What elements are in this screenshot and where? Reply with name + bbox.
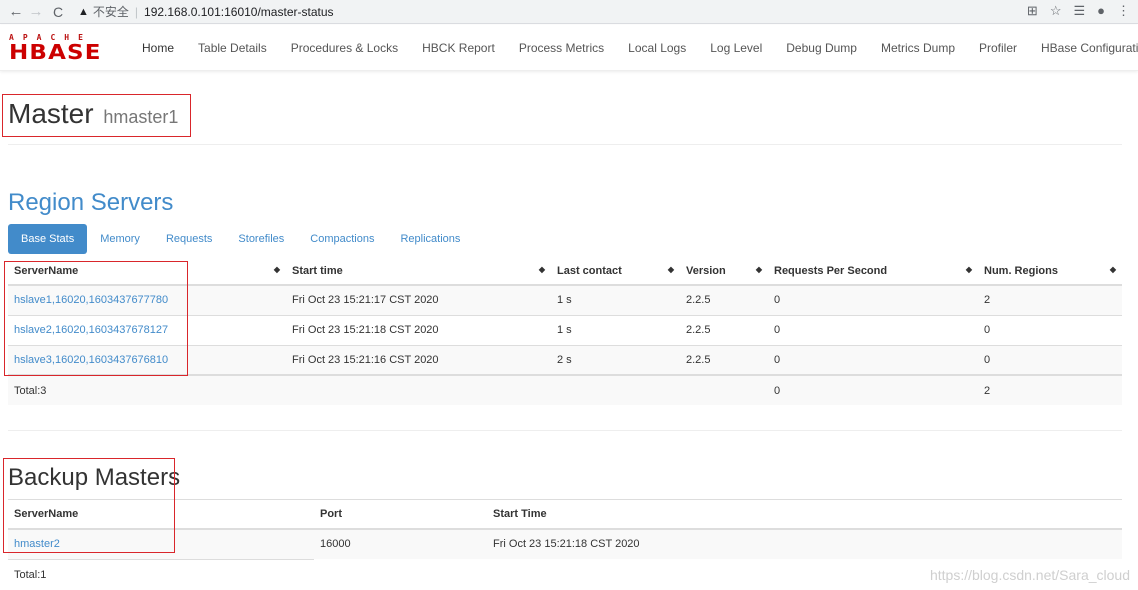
sort-icon[interactable]: ◆	[274, 265, 280, 274]
requests-cell: 0	[768, 345, 978, 375]
regions-cell: 2	[978, 285, 1122, 315]
translate-icon[interactable]: ⊞	[1027, 3, 1038, 19]
url-separator: |	[135, 5, 138, 19]
sort-icon[interactable]: ◆	[1110, 265, 1116, 274]
hbase-logo[interactable]: APACHE HBASE	[9, 33, 117, 61]
nav-home[interactable]: Home	[130, 41, 186, 55]
tab-base-stats[interactable]: Base Stats	[8, 224, 87, 254]
column-header-start-time: Start Time	[487, 500, 1122, 529]
nav-menu: Home Table Details Procedures & Locks HB…	[130, 25, 1138, 71]
backup-masters-total: Total:1	[8, 559, 314, 589]
security-label: 不安全	[93, 3, 129, 20]
logo-hbase-text: HBASE	[9, 42, 133, 62]
arrow-left-icon[interactable]: ←	[6, 3, 26, 20]
sort-icon[interactable]: ◆	[539, 265, 545, 274]
table-row: hmaster2 16000 Fri Oct 23 15:21:18 CST 2…	[8, 529, 1122, 559]
region-servers-tabs: Base Stats Memory Requests Storefiles Co…	[8, 224, 473, 254]
requests-cell: 0	[768, 315, 978, 345]
version-cell: 2.2.5	[680, 285, 768, 315]
start-time-cell: Fri Oct 23 15:21:18 CST 2020	[487, 529, 1122, 559]
menu-icon[interactable]: ⋮	[1117, 3, 1130, 19]
table-header-row: ServerName Port Start Time	[8, 500, 1122, 529]
regions-cell: 0	[978, 345, 1122, 375]
watermark: https://blog.csdn.net/Sara_cloud	[930, 567, 1130, 583]
sort-icon[interactable]: ◆	[756, 265, 762, 274]
reading-list-icon[interactable]: ☰	[1073, 3, 1085, 19]
nav-procedures-locks[interactable]: Procedures & Locks	[279, 41, 410, 55]
column-header-requests-per-second[interactable]: Requests Per Second◆	[768, 258, 978, 285]
browser-toolbar: ← → C ▲ 不安全 | 192.168.0.101:16010/master…	[0, 0, 1138, 24]
region-servers-heading: Region Servers	[8, 189, 173, 217]
nav-metrics-dump[interactable]: Metrics Dump	[869, 41, 967, 55]
version-cell: 2.2.5	[680, 345, 768, 375]
tab-storefiles[interactable]: Storefiles	[225, 224, 297, 254]
start-time-cell: Fri Oct 23 15:21:17 CST 2020	[286, 285, 551, 315]
total-row: Total:3 0 2	[8, 375, 1122, 405]
last-contact-cell: 1 s	[551, 285, 680, 315]
total-label: Total:3	[8, 375, 286, 405]
url-text[interactable]: 192.168.0.101:16010/master-status	[144, 5, 333, 19]
divider	[8, 430, 1122, 431]
annotation-box-backup-masters	[3, 458, 175, 553]
column-header-start-time[interactable]: Start time◆	[286, 258, 551, 285]
column-header-version[interactable]: Version◆	[680, 258, 768, 285]
nav-debug-dump[interactable]: Debug Dump	[774, 41, 869, 55]
last-contact-cell: 2 s	[551, 345, 680, 375]
star-icon[interactable]: ☆	[1050, 3, 1062, 19]
account-icon[interactable]: ●	[1097, 3, 1105, 19]
nav-hbase-configuration[interactable]: HBase Configuration	[1029, 41, 1138, 55]
version-cell: 2.2.5	[680, 315, 768, 345]
annotation-box-servernames	[4, 261, 188, 376]
total-regions: 2	[978, 375, 1122, 405]
arrow-right-icon[interactable]: →	[26, 3, 46, 20]
nav-log-level[interactable]: Log Level	[698, 41, 774, 55]
tab-requests[interactable]: Requests	[153, 224, 225, 254]
annotation-box-master	[2, 94, 191, 137]
total-empty	[286, 375, 551, 405]
port-cell: 16000	[314, 529, 487, 559]
nav-table-details[interactable]: Table Details	[186, 41, 279, 55]
reload-icon[interactable]: C	[48, 4, 68, 20]
column-header-port: Port	[314, 500, 487, 529]
address-bar[interactable]: ▲ 不安全 | 192.168.0.101:16010/master-statu…	[78, 3, 334, 20]
last-contact-cell: 1 s	[551, 315, 680, 345]
nav-process-metrics[interactable]: Process Metrics	[507, 41, 616, 55]
requests-cell: 0	[768, 285, 978, 315]
regions-cell: 0	[978, 315, 1122, 345]
tab-replications[interactable]: Replications	[387, 224, 473, 254]
warning-icon: ▲	[78, 6, 89, 18]
divider	[8, 144, 1122, 145]
tab-memory[interactable]: Memory	[87, 224, 153, 254]
total-empty	[680, 375, 768, 405]
hbase-navbar: APACHE HBASE Home Table Details Procedur…	[0, 25, 1138, 71]
column-header-last-contact[interactable]: Last contact◆	[551, 258, 680, 285]
total-empty	[551, 375, 680, 405]
nav-local-logs[interactable]: Local Logs	[616, 41, 698, 55]
sort-icon[interactable]: ◆	[668, 265, 674, 274]
total-requests: 0	[768, 375, 978, 405]
backup-masters-table: ServerName Port Start Time hmaster2 1600…	[8, 499, 1122, 559]
start-time-cell: Fri Oct 23 15:21:16 CST 2020	[286, 345, 551, 375]
nav-profiler[interactable]: Profiler	[967, 41, 1029, 55]
nav-hbck-report[interactable]: HBCK Report	[410, 41, 507, 55]
start-time-cell: Fri Oct 23 15:21:18 CST 2020	[286, 315, 551, 345]
tab-compactions[interactable]: Compactions	[297, 224, 387, 254]
sort-icon[interactable]: ◆	[966, 265, 972, 274]
column-header-num-regions[interactable]: Num. Regions◆	[978, 258, 1122, 285]
